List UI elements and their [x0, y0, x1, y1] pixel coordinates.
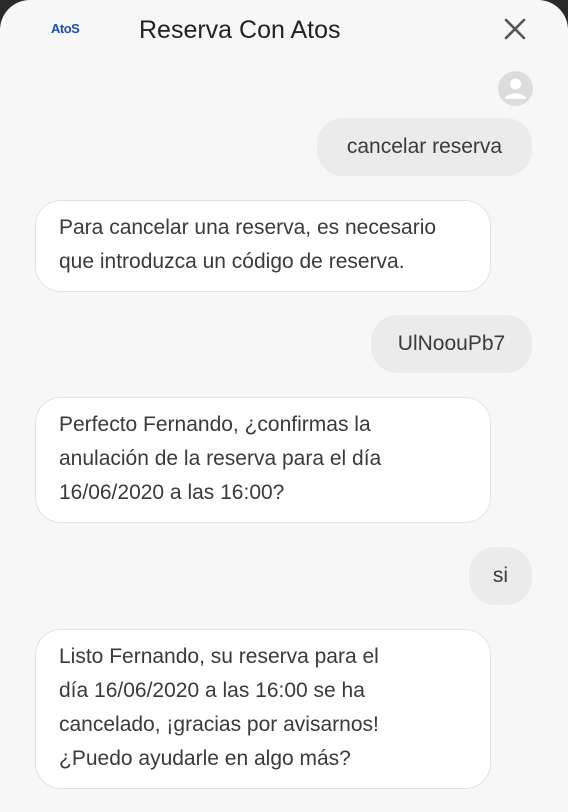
chat-window: AtoS Reserva Con Atos cancelar reserva P… [0, 0, 568, 812]
atos-logo: AtoS [51, 21, 80, 36]
chat-header: AtoS Reserva Con Atos [0, 0, 568, 64]
bot-message: Perfecto Fernando, ¿confirmas la anulaci… [35, 397, 491, 523]
message-line: UlNoouPb7 [397, 332, 506, 355]
message-line: Perfecto Fernando, ¿confirmas la [59, 413, 371, 436]
message-line: si [492, 564, 509, 587]
message-line: que introduzca un código de reserva. [59, 250, 405, 273]
message-line: Para cancelar una reserva, es necesario [59, 216, 437, 239]
bot-message: Para cancelar una reserva, es necesario … [35, 200, 491, 292]
message-line: Listo Fernando, su reserva para el [59, 645, 379, 668]
message-line: día 16/06/2020 a las 16:00 se ha [59, 679, 365, 702]
user-avatar-icon [498, 71, 533, 106]
message-line: ¿Puedo ayudarle en algo más? [59, 747, 351, 770]
message-line: cancelado, ¡gracias por avisarnos! [59, 713, 379, 736]
bot-message: Listo Fernando, su reserva para el día 1… [35, 629, 491, 789]
message-line: cancelar reserva [346, 135, 503, 158]
user-message: si [469, 547, 532, 605]
message-line: 16/06/2020 a las 16:00? [59, 481, 285, 504]
user-message: cancelar reserva [317, 118, 532, 176]
close-icon[interactable] [500, 14, 530, 44]
user-message: UlNoouPb7 [371, 315, 532, 373]
message-line: anulación de la reserva para el día [59, 447, 382, 470]
chat-title: Reserva Con Atos [139, 16, 341, 44]
